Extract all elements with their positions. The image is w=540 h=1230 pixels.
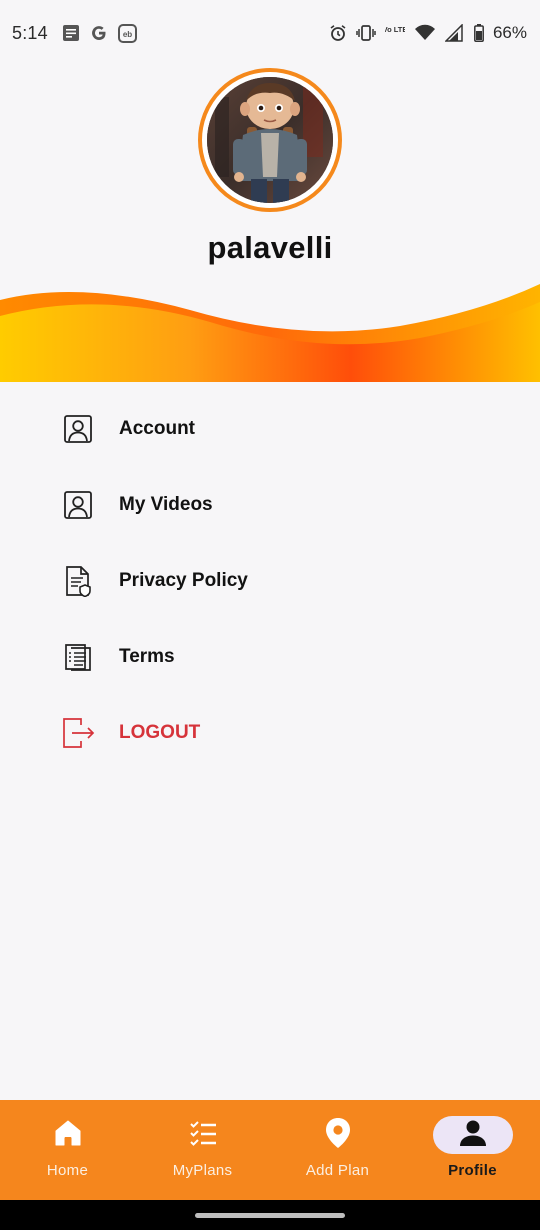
signal-icon (444, 24, 465, 42)
volte-label: Vo LTE (385, 25, 405, 34)
profile-screen: 5:14 eb Vo LTE (0, 0, 540, 1230)
wifi-icon (414, 24, 436, 42)
eb-app-label: eb (123, 30, 132, 39)
person-icon (458, 1118, 488, 1153)
nav-label-profile: Profile (448, 1162, 497, 1179)
menu-label-my-videos: My Videos (119, 494, 213, 515)
nav-label-home: Home (46, 1162, 89, 1179)
nav-label-myplans: MyPlans (172, 1162, 233, 1179)
nav-item-home[interactable]: Home (0, 1100, 135, 1200)
account-icon (60, 411, 96, 447)
logout-icon (60, 715, 96, 751)
menu-label-account: Account (119, 418, 195, 439)
status-bar: 5:14 eb Vo LTE (0, 0, 540, 66)
privacy-policy-icon (60, 563, 96, 599)
menu-item-account[interactable]: Account (0, 399, 540, 459)
avatar-ring[interactable] (198, 68, 342, 212)
status-time: 5:14 (12, 22, 48, 43)
header-wave (0, 284, 540, 382)
menu-item-privacy-policy[interactable]: Privacy Policy (0, 551, 540, 611)
notes-icon (62, 24, 80, 42)
menu-label-privacy-policy: Privacy Policy (119, 570, 248, 591)
alarm-icon (329, 24, 347, 42)
terms-icon (60, 639, 96, 675)
vibrate-icon (356, 24, 376, 42)
nav-icon-wrap-add-plan (298, 1116, 378, 1154)
google-icon (90, 24, 108, 42)
nav-label-add-plan: Add Plan (305, 1162, 370, 1179)
status-left: 5:14 eb (12, 23, 137, 44)
nav-icon-wrap-home (28, 1116, 108, 1154)
profile-username: palavelli (207, 230, 333, 265)
nav-icon-wrap-profile (432, 1116, 513, 1154)
bottom-navigation: Home MyPlans Add Plan Profile (0, 1100, 540, 1200)
battery-percent: 66% (492, 23, 527, 42)
avatar-image (207, 77, 333, 203)
system-navigation-bar (0, 1200, 540, 1230)
battery-icon (474, 24, 484, 42)
profile-header: palavelli (0, 66, 540, 382)
avatar (207, 77, 333, 203)
nav-icon-wrap-myplans (163, 1116, 243, 1154)
eb-app-icon: eb (117, 23, 137, 43)
checklist-icon (188, 1118, 218, 1153)
nav-item-add-plan[interactable]: Add Plan (270, 1100, 405, 1200)
nav-item-myplans[interactable]: MyPlans (135, 1100, 270, 1200)
menu-label-terms: Terms (119, 646, 175, 667)
my-videos-icon (60, 487, 96, 523)
gesture-handle[interactable] (195, 1212, 345, 1218)
volte-icon: Vo LTE (385, 24, 405, 42)
menu-item-terms[interactable]: Terms (0, 627, 540, 687)
nav-item-profile[interactable]: Profile (405, 1100, 540, 1200)
status-right: Vo LTE 66% (329, 23, 527, 43)
location-pin-icon (324, 1117, 352, 1154)
home-icon (53, 1118, 83, 1153)
menu-item-my-videos[interactable]: My Videos (0, 475, 540, 535)
menu-label-logout: LOGOUT (119, 722, 201, 743)
menu-item-logout[interactable]: LOGOUT (0, 703, 540, 763)
